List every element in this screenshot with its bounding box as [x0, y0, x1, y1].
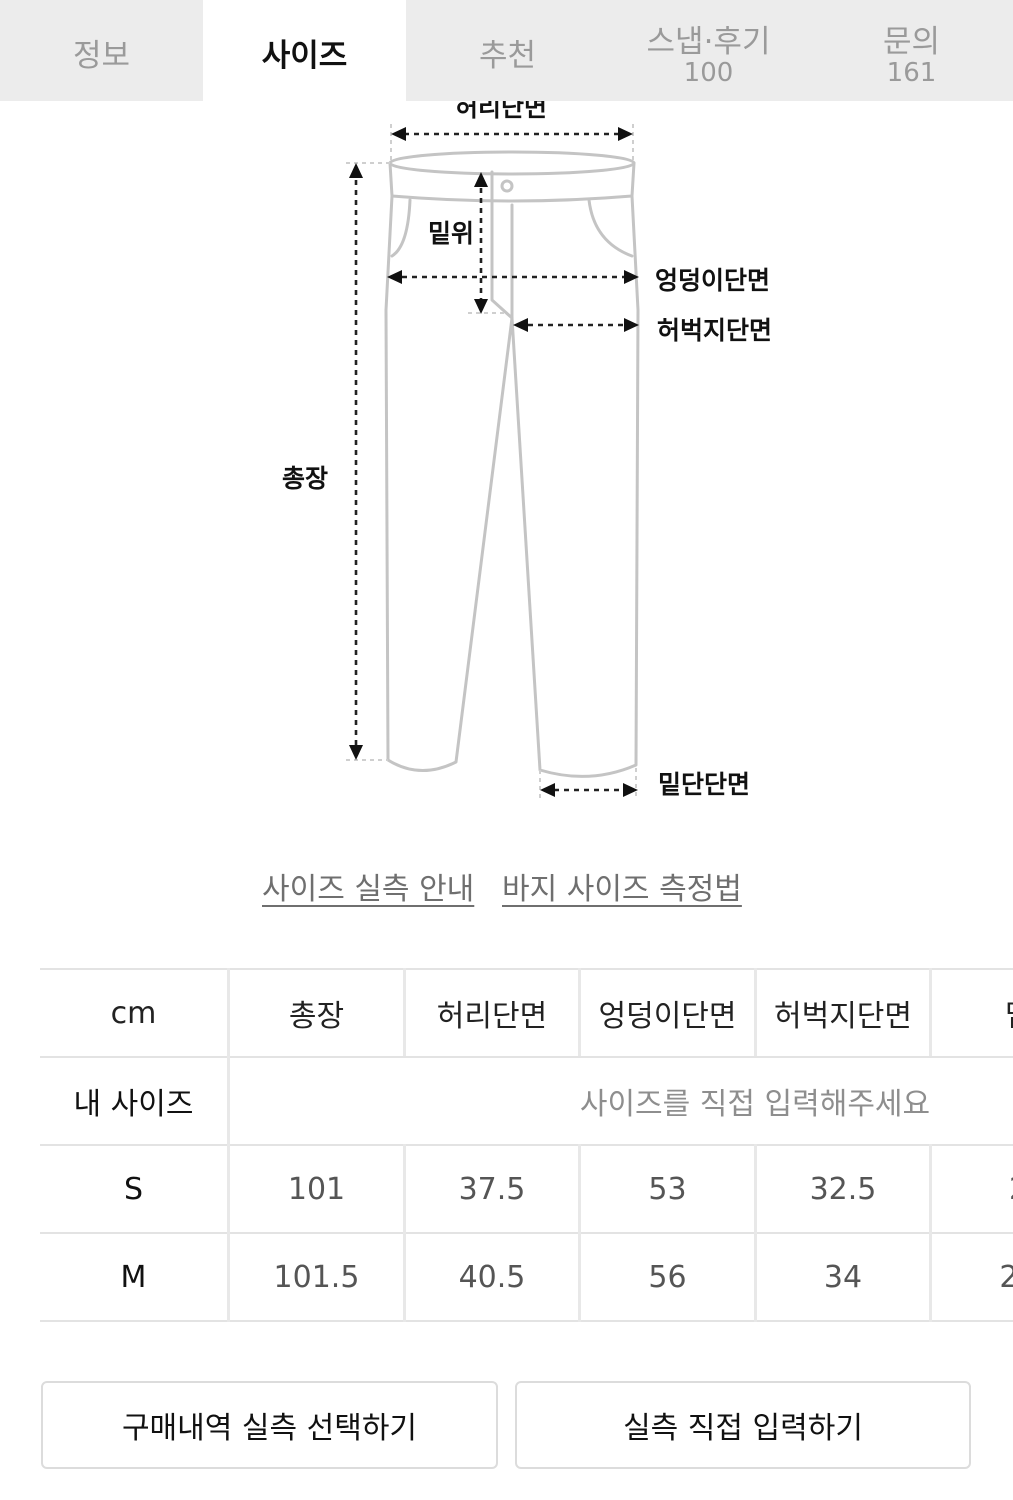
my-size-label: 내 사이즈 [73, 1087, 194, 1122]
size-label-s: S [123, 1171, 144, 1207]
tab-size[interactable]: 사이즈 [203, 0, 406, 101]
column-header: 엉덩이단면 [598, 999, 737, 1034]
table-cell: 2 [932, 1146, 1013, 1232]
my-size-input[interactable]: 사이즈를 직접 입력해주세요 [230, 1058, 1013, 1144]
size-table: cm 총장 허리단면 엉덩이단면 허벅지단면 밑 내 사이즈 사이즈를 직접 입… [40, 968, 1013, 1322]
table-cell: 40.5 [458, 1259, 526, 1295]
size-label-m: M [120, 1259, 147, 1295]
tab-inquiry[interactable]: 문의 161 [810, 0, 1013, 101]
tab-label: 추천 [478, 38, 537, 74]
table-cell: 34 [823, 1259, 863, 1295]
tab-label: 사이즈 [261, 38, 348, 74]
table-divider [40, 1320, 1013, 1322]
hip-label: 엉덩이단면 [655, 266, 771, 295]
tab-label: 정보 [72, 38, 131, 74]
table-cell: 56 [648, 1259, 687, 1295]
thigh-label: 허벅지단면 [657, 316, 773, 345]
column-header: 허리단면 [436, 999, 548, 1034]
table-cell: 26 [999, 1259, 1013, 1295]
direct-input-button[interactable]: 실측 직접 입력하기 [515, 1381, 971, 1469]
tab-info[interactable]: 정보 [0, 0, 203, 101]
hem-label: 밑단단면 [658, 770, 751, 799]
unit-header: cm [110, 995, 157, 1031]
select-purchase-history-button[interactable]: 구매내역 실측 선택하기 [41, 1381, 498, 1469]
column-header: 허벅지단면 [774, 999, 912, 1034]
table-cell: 101.5 [273, 1259, 360, 1295]
column-header: 밑 [932, 970, 1013, 1056]
tab-recommend[interactable]: 추천 [406, 0, 609, 101]
size-guide-link[interactable]: 사이즈 실측 안내 [262, 864, 474, 908]
tab-count: 161 [886, 58, 937, 88]
length-label: 총장 [282, 464, 329, 493]
tab-count: 100 [683, 58, 734, 88]
table-cell: 53 [648, 1171, 687, 1207]
rise-label: 밑위 [428, 219, 475, 248]
measure-guides [354, 132, 624, 792]
tab-snap-review[interactable]: 스냅·후기 100 [607, 0, 810, 101]
column-header: 총장 [288, 999, 345, 1034]
pants-outline-icon [384, 150, 640, 778]
pants-size-diagram [346, 124, 640, 798]
table-cell: 101 [287, 1171, 346, 1207]
measure-guide-link[interactable]: 바지 사이즈 측정법 [502, 864, 742, 908]
tab-label: 문의 [882, 24, 941, 60]
table-cell: 32.5 [809, 1171, 877, 1207]
table-cell: 37.5 [458, 1171, 526, 1207]
tab-bar: 정보 사이즈 추천 스냅·후기 100 문의 161 [0, 0, 1013, 101]
tab-label: 스냅·후기 [646, 24, 771, 60]
